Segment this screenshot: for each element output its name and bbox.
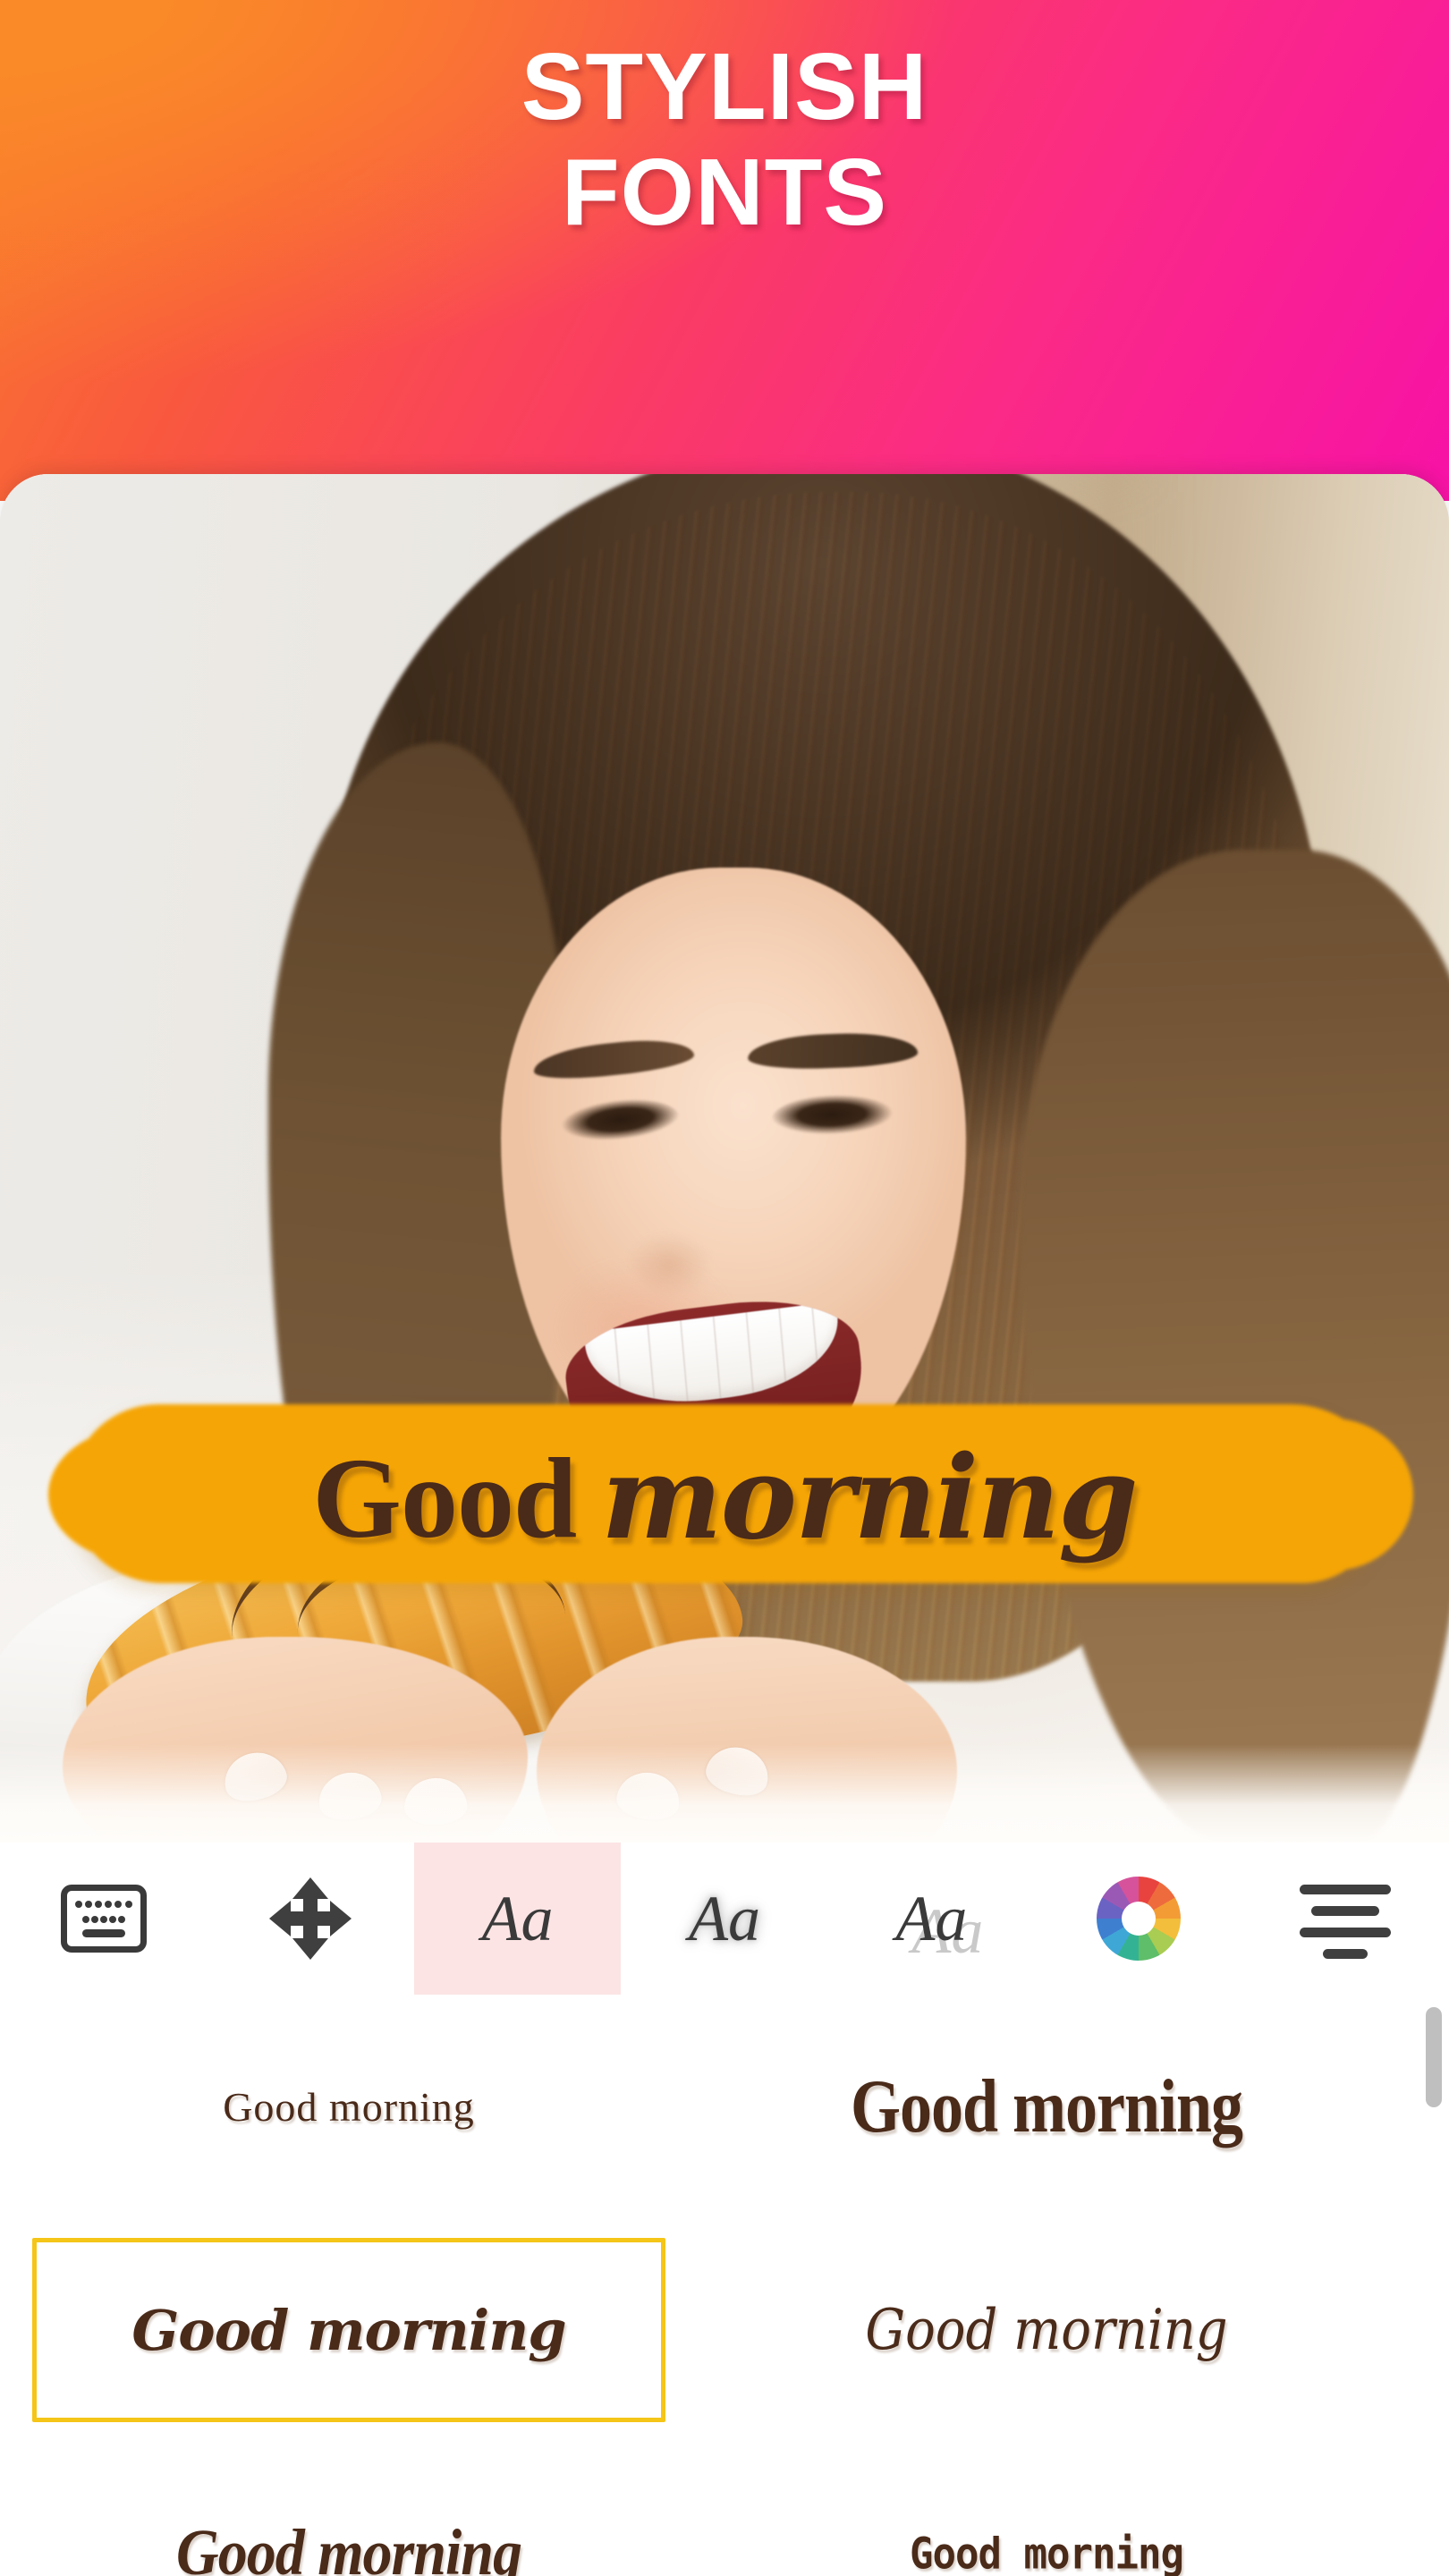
promo-banner: STYLISH FONTS	[0, 0, 1449, 501]
keyboard-icon	[60, 1885, 147, 1953]
font-list[interactable]: Good morning Good morning Good morning G…	[0, 1995, 1449, 2576]
font-item-3[interactable]: Good morning	[698, 2218, 1395, 2442]
toolbar-item-keyboard[interactable]	[0, 1843, 207, 1995]
align-center-icon	[1298, 1881, 1393, 1959]
font-sample-label: Good morning	[223, 2083, 475, 2130]
overlay-word-1[interactable]: Good	[312, 1431, 577, 1565]
font-style-plain-icon: Aa	[481, 1883, 554, 1954]
editor-toolbar: Aa Aa Aa	[0, 1843, 1449, 1995]
font-sample-label: Good morning	[176, 2517, 522, 2576]
font-item-5[interactable]: Good morning	[698, 2442, 1395, 2576]
move-icon	[269, 1877, 352, 1960]
phone-card: Good morning Aa Aa Aa Good morning Good …	[0, 474, 1449, 2576]
overlay-word-2[interactable]: morning	[601, 1431, 1138, 1565]
photo-canvas[interactable]: Good morning	[0, 474, 1449, 1843]
font-sample-label: Good morning	[865, 2297, 1228, 2363]
toolbar-item-align[interactable]	[1242, 1843, 1449, 1995]
toolbar-item-font-style-shadow[interactable]: Aa	[828, 1843, 1035, 1995]
toolbar-item-color[interactable]	[1035, 1843, 1241, 1995]
font-item-0[interactable]: Good morning	[0, 1995, 698, 2218]
font-item-4[interactable]: Good morning	[0, 2442, 698, 2576]
app-root: STYLISH FONTS Good morning Aa Aa Aa Good…	[0, 0, 1449, 2576]
font-style-shadow-icon: Aa	[895, 1883, 968, 1954]
font-sample-label: Good morning	[850, 2063, 1243, 2148]
scrollbar-thumb[interactable]	[1426, 2007, 1442, 2107]
font-style-glow-icon: Aa	[688, 1883, 760, 1954]
toolbar-item-font-style-plain[interactable]: Aa	[413, 1843, 622, 1995]
font-grid: Good morning Good morning Good morning G…	[0, 1995, 1395, 2576]
page-title: STYLISH FONTS	[521, 34, 928, 245]
color-wheel-icon	[1096, 1877, 1181, 1961]
toolbar-item-font-style-glow[interactable]: Aa	[621, 1843, 827, 1995]
photo-bottom-fade	[0, 1744, 1449, 1843]
font-list-scrollbar[interactable]	[1426, 1995, 1442, 2576]
font-sample-label: Good morning	[131, 2297, 566, 2363]
font-sample-label: Good morning	[910, 2528, 1184, 2576]
font-item-2[interactable]: Good morning	[0, 2218, 698, 2442]
text-overlay[interactable]: Good morning	[0, 1413, 1449, 1583]
font-item-1[interactable]: Good morning	[698, 1995, 1395, 2218]
photo-image	[0, 474, 1449, 1843]
toolbar-item-move[interactable]	[207, 1843, 413, 1995]
